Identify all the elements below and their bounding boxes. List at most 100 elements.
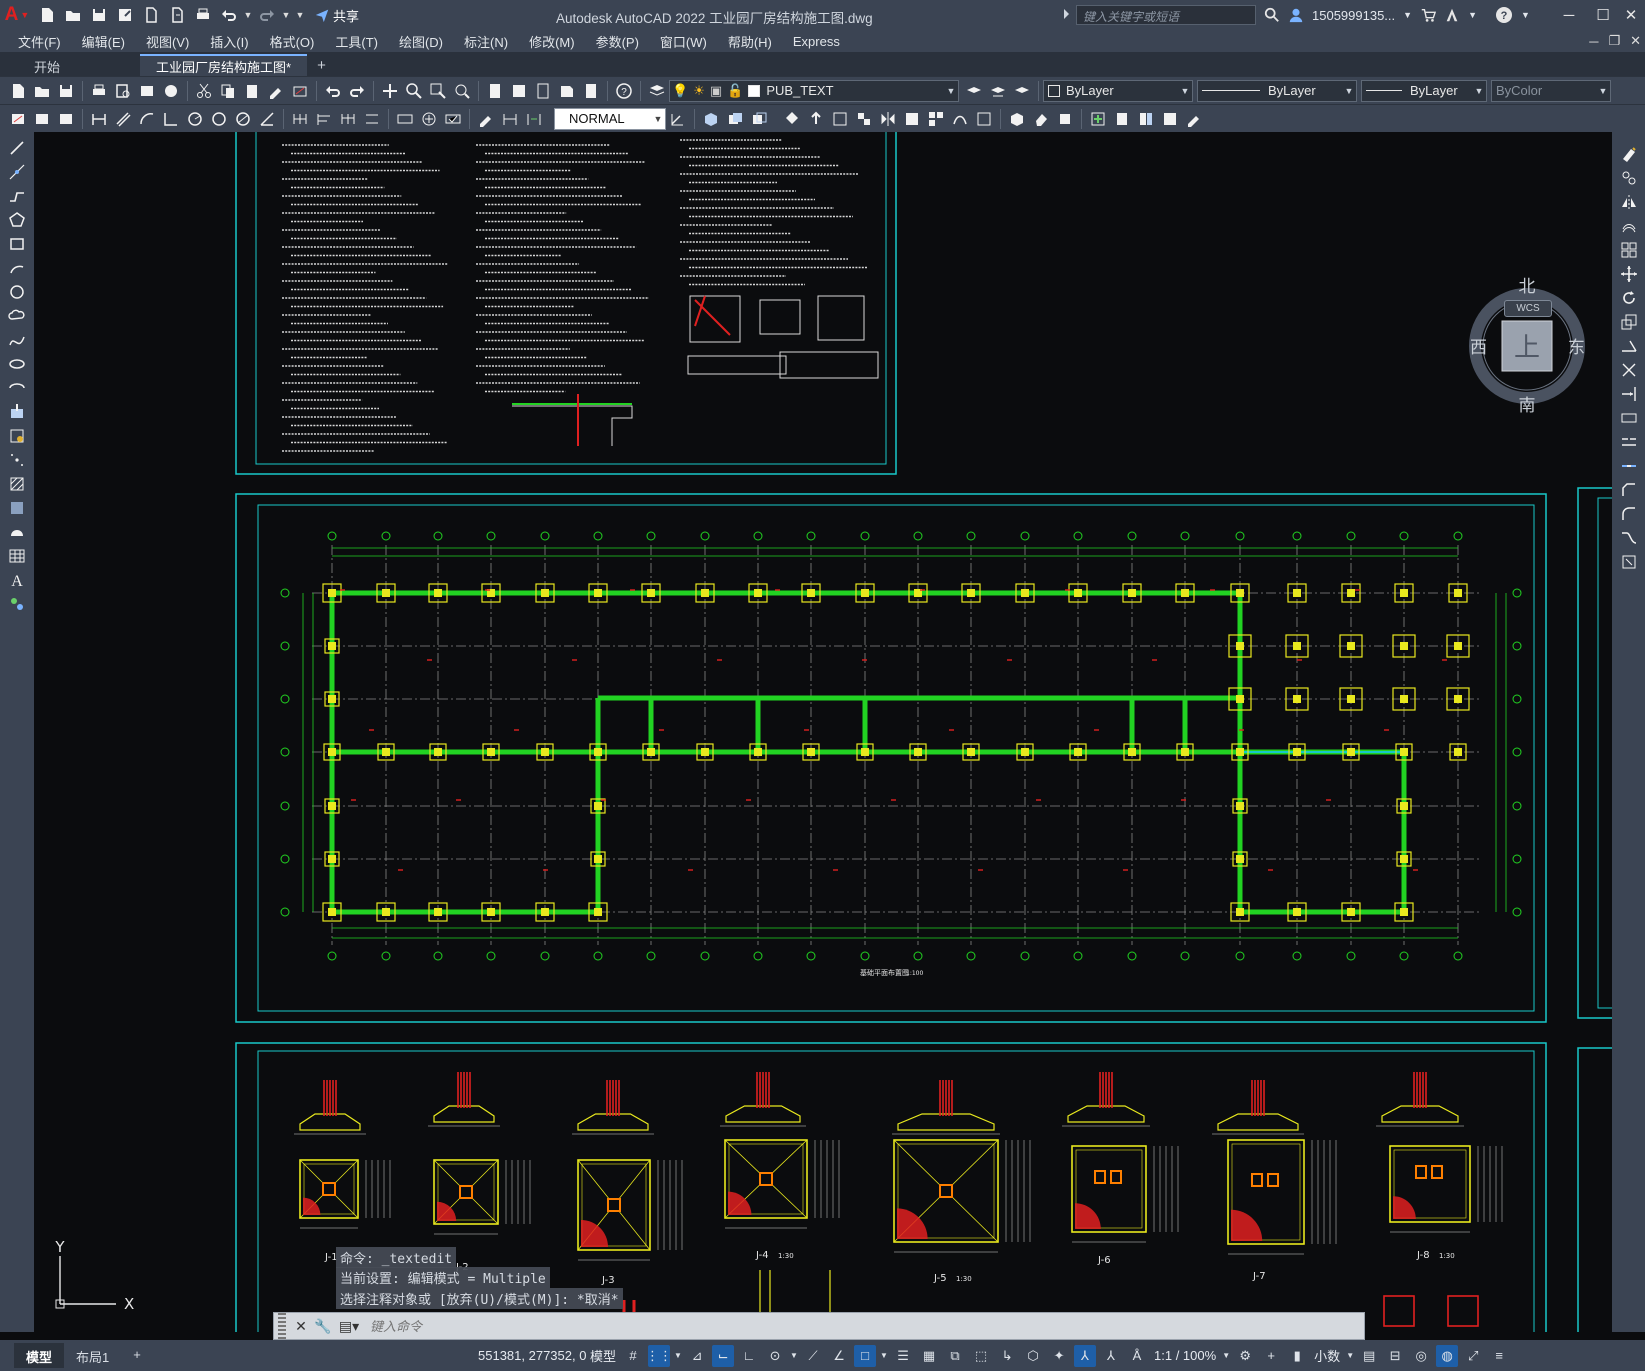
close-button[interactable]: ✕ [1614,0,1645,30]
viewcube-west[interactable]: 西 [1470,338,1487,358]
attach-xref-icon[interactable] [1111,108,1133,130]
zoom-window-icon[interactable] [427,80,449,102]
doc-minimize-button[interactable]: ─ [1589,34,1598,49]
blend-curves-icon[interactable] [1618,527,1640,549]
menu-draw[interactable]: 绘图(D) [399,32,443,51]
quick-dimension-icon[interactable] [289,108,311,130]
chamfer-icon[interactable] [1618,479,1640,501]
mirror-icon[interactable] [877,108,899,130]
layer-lock-icon[interactable]: 🔓 [727,83,743,99]
layer-dropdown[interactable]: 💡 ☀ ▣ 🔓 PUB_TEXT ▼ [669,79,959,102]
3d-print-icon[interactable] [160,80,182,102]
construction-line-icon[interactable] [6,161,28,183]
menu-modify[interactable]: 修改(M) [529,32,575,51]
layer-vp-freeze-icon[interactable]: ▣ [710,83,722,99]
scale-icon[interactable] [1618,311,1640,333]
viewcube-top-face[interactable]: 上 [1514,333,1540,363]
menu-tools[interactable]: 工具(T) [335,32,378,51]
workspace-gear-icon[interactable]: ⚙ [1234,1345,1256,1367]
undo-icon[interactable] [322,80,344,102]
units-value[interactable]: 小数 [1314,1346,1340,1365]
dimension-text-edit-icon[interactable] [499,108,521,130]
offset-icon[interactable] [1618,215,1640,237]
autodesk-a360-icon[interactable] [1444,7,1460,23]
angular-dimension-icon[interactable] [256,108,278,130]
application-menu-button[interactable]: A ▼ [0,0,34,30]
rotate-icon[interactable] [1618,287,1640,309]
menu-insert[interactable]: 插入(I) [210,32,248,51]
bring-front-icon[interactable] [781,108,803,130]
drawing-canvas[interactable]: 基础平面布置图 1:100 J-1 J-2 J-3 J-4 J-5 J-6 J-… [34,132,1612,1332]
lock-ui-icon[interactable]: ⊟ [1384,1345,1406,1367]
line-icon[interactable] [6,137,28,159]
ellipse-arc-icon[interactable] [6,377,28,399]
arc-length-icon[interactable] [136,108,158,130]
isolate-objects-icon[interactable]: ◎ [1410,1345,1432,1367]
move-icon[interactable] [1618,263,1640,285]
multiline-text-icon[interactable]: A [6,569,28,591]
continue-dimension-icon[interactable] [337,108,359,130]
undo-icon[interactable] [217,3,241,27]
recent-commands-icon[interactable]: ▤▾ [334,1313,364,1339]
clean-screen-icon[interactable]: ⤢ [1462,1345,1484,1367]
open-icon[interactable] [61,3,85,27]
coordinates-readout[interactable]: 551381, 277352, 0 [478,1348,586,1363]
design-center-icon[interactable] [508,80,530,102]
aligned-dimension-icon[interactable] [112,108,134,130]
hatch-icon[interactable] [6,473,28,495]
dynamic-ucs-icon[interactable]: ↳ [996,1345,1018,1367]
redo-icon[interactable] [255,3,279,27]
linear-dimension-icon[interactable] [88,108,110,130]
new-icon[interactable] [35,3,59,27]
3d-box-icon[interactable] [700,108,722,130]
cut-icon[interactable] [193,80,215,102]
save-icon[interactable] [87,3,111,27]
copy-icon[interactable] [217,80,239,102]
redo-dropdown-icon[interactable]: ▼ [281,3,291,27]
dimension-space-icon[interactable] [361,108,383,130]
customize-command-icon[interactable]: 🔧 [312,1313,334,1339]
ortho-icon[interactable]: ∟ [738,1345,760,1367]
gizmo-icon[interactable]: ✦ [1048,1345,1070,1367]
array-icon[interactable] [1618,239,1640,261]
search-icon[interactable] [1264,7,1280,23]
add-layout-button[interactable]: + [121,1343,153,1368]
table-icon[interactable] [6,545,28,567]
units-icon[interactable]: ▮ [1286,1345,1308,1367]
color-dropdown[interactable]: ByLayer ▼ [1043,79,1193,102]
isometric-drafting-icon[interactable]: ⟋ [802,1345,824,1367]
calculator-icon[interactable] [580,80,602,102]
wblock-icon[interactable] [1159,108,1181,130]
save-as-icon[interactable] [113,3,137,27]
search-input[interactable]: 键入关键字或短语 [1076,5,1256,25]
stretch-icon[interactable] [1618,335,1640,357]
ellipse-icon[interactable] [6,353,28,375]
help-dropdown-icon[interactable]: ▼ [1521,10,1530,20]
menu-view[interactable]: 视图(V) [146,32,189,51]
block-editor-icon[interactable] [289,80,311,102]
copy-clip-icon[interactable] [1054,108,1076,130]
layer-thaw-icon[interactable]: ☀ [693,83,705,99]
insert-block-icon[interactable] [6,401,28,423]
layer-previous-icon[interactable] [987,80,1009,102]
break-at-point-icon[interactable] [1618,407,1640,429]
mirror-icon[interactable] [1618,191,1640,213]
polar-dropdown-icon[interactable]: ▼ [790,1345,798,1367]
menu-dimension[interactable]: 标注(N) [464,32,508,51]
command-line-grip[interactable] [278,1313,286,1339]
command-input[interactable] [364,1318,1264,1334]
paste-icon[interactable] [241,80,263,102]
menu-parametric[interactable]: 参数(P) [596,32,639,51]
annotation-scale-value[interactable]: 1:1 / 100% [1154,1348,1216,1363]
3d-move-icon[interactable] [748,108,770,130]
make-block-icon[interactable] [6,425,28,447]
menu-express[interactable]: Express [793,34,840,49]
model-space-button[interactable]: 模型 [590,1346,616,1365]
plot-icon[interactable] [88,80,110,102]
share-button[interactable]: 共享 [308,6,365,25]
tool-palettes-icon[interactable] [532,80,554,102]
tab-layout1[interactable]: 布局1 [64,1343,121,1368]
open-icon[interactable] [31,80,53,102]
doc-close-button[interactable]: ✕ [1630,33,1641,49]
annotation-visibility-icon[interactable]: ⅄ [1074,1344,1097,1367]
